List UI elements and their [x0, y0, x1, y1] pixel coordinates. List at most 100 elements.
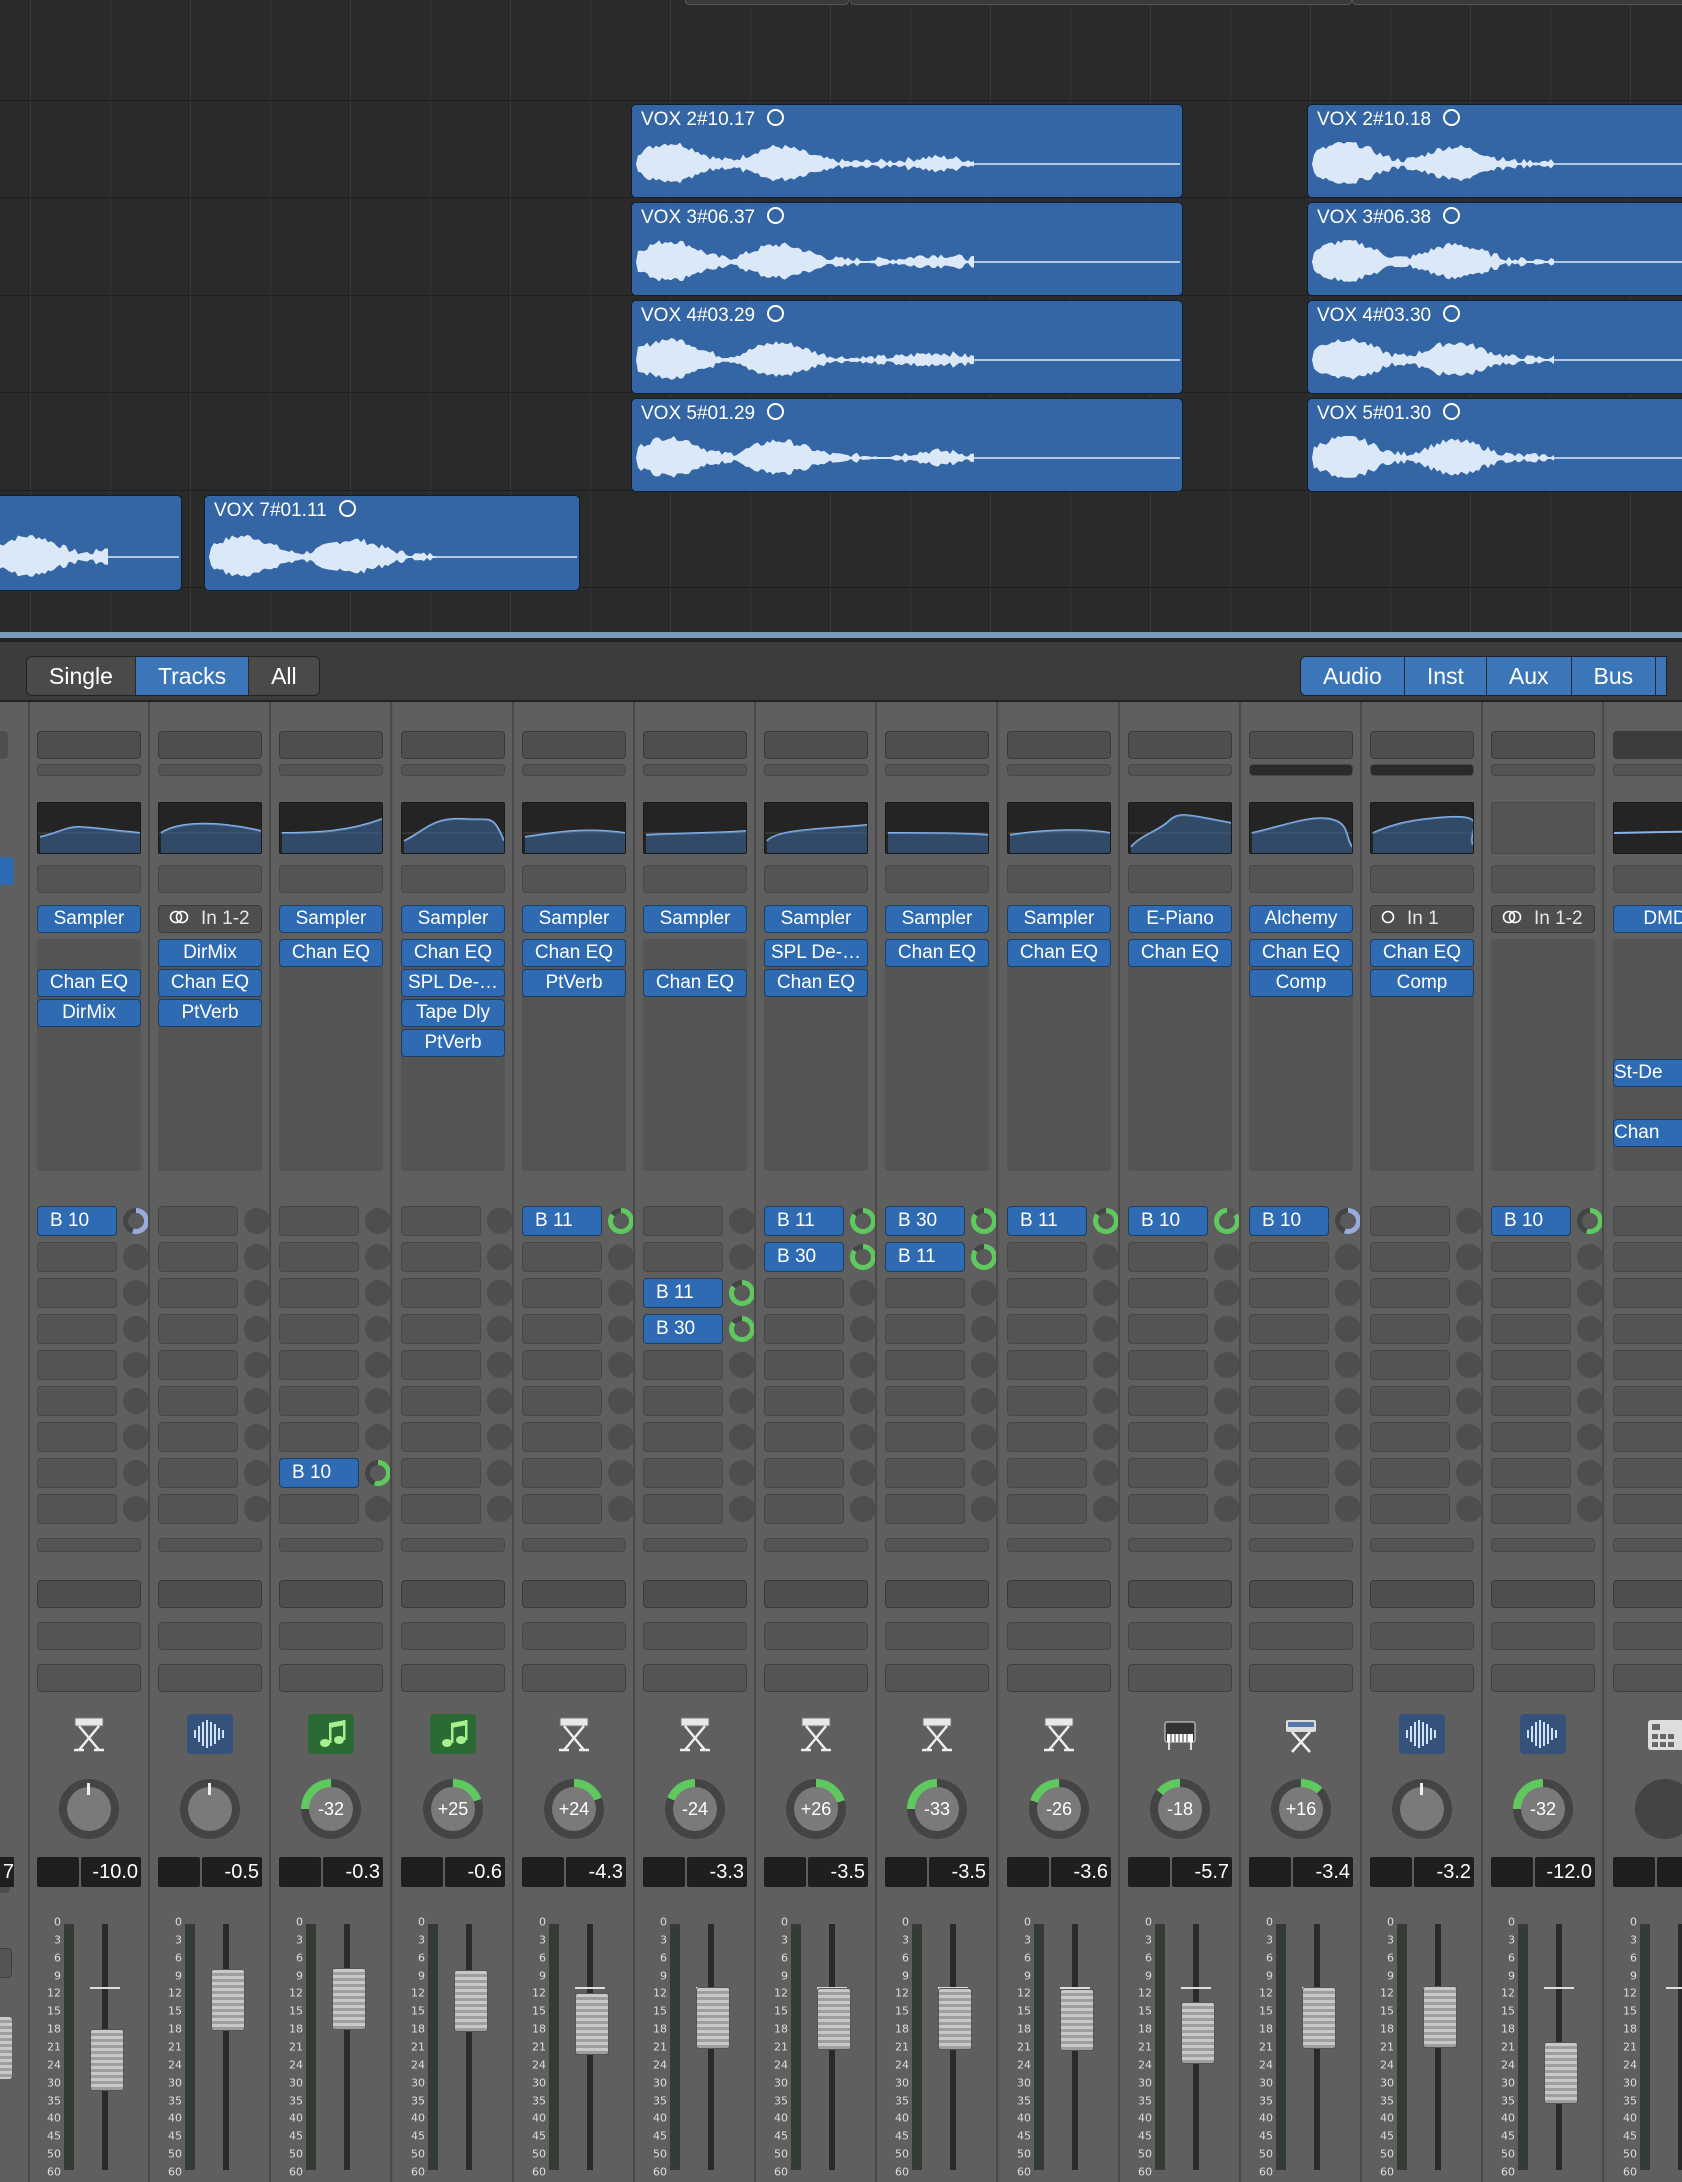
send-button[interactable] — [643, 1458, 723, 1488]
send-slot-empty[interactable] — [1007, 1458, 1118, 1488]
send-slot-empty[interactable] — [279, 1350, 390, 1380]
send-level-knob[interactable] — [1093, 1208, 1118, 1234]
volume-fader[interactable] — [575, 1993, 609, 2055]
volume-readout[interactable]: -3.5 — [929, 1857, 989, 1887]
gain-slot[interactable] — [158, 764, 262, 776]
send-button[interactable] — [1128, 1494, 1208, 1524]
send-level-knob[interactable] — [971, 1424, 996, 1450]
eq-thumbnail[interactable] — [1249, 802, 1353, 854]
output-button[interactable] — [1491, 1580, 1595, 1608]
input-slot[interactable]: Sampler — [401, 905, 505, 933]
send-button[interactable] — [158, 1350, 238, 1380]
input-slot[interactable]: Sampler — [643, 905, 747, 933]
midi-fx-slot[interactable] — [37, 865, 141, 893]
send-slot-empty[interactable] — [1370, 1458, 1481, 1488]
send-slot-empty[interactable] — [1370, 1206, 1481, 1236]
volume-fader[interactable] — [90, 2029, 124, 2091]
send-button[interactable] — [37, 1386, 117, 1416]
send-slot-empty[interactable] — [1370, 1242, 1481, 1272]
send-slot-empty[interactable] — [522, 1350, 633, 1380]
send-slot-extra[interactable] — [158, 1538, 262, 1552]
send-button[interactable] — [401, 1242, 481, 1272]
send-button[interactable] — [1007, 1422, 1087, 1452]
send-slot-extra[interactable] — [1491, 1538, 1595, 1552]
insert-slot[interactable]: Chan EQ — [885, 939, 989, 967]
output-button[interactable] — [1128, 1580, 1232, 1608]
midi-fx-slot[interactable] — [1613, 865, 1682, 893]
send-level-knob[interactable] — [365, 1316, 390, 1342]
send-button[interactable] — [401, 1350, 481, 1380]
send-level-knob[interactable] — [850, 1460, 875, 1486]
send-button[interactable] — [643, 1386, 723, 1416]
send-button[interactable] — [522, 1314, 602, 1344]
send-slot-empty[interactable] — [643, 1494, 754, 1524]
send-level-knob[interactable] — [1577, 1388, 1602, 1414]
output-button[interactable] — [279, 1580, 383, 1608]
send-button[interactable] — [279, 1350, 359, 1380]
audio-region[interactable]: VOX 2#10.17 — [631, 104, 1183, 198]
send-slot-empty[interactable] — [1007, 1386, 1118, 1416]
insert-slot[interactable]: Comp — [1370, 969, 1474, 997]
send-button[interactable] — [279, 1206, 359, 1236]
group-slot[interactable] — [1491, 1622, 1595, 1650]
input-slot[interactable]: DMD — [1613, 905, 1682, 933]
setting-button[interactable] — [401, 731, 505, 759]
send-slot-empty[interactable] — [1007, 1242, 1118, 1272]
automation-mode[interactable] — [885, 1664, 989, 1692]
send-slot-empty[interactable] — [1007, 1314, 1118, 1344]
send-level-knob[interactable] — [487, 1316, 512, 1342]
send-button[interactable] — [1613, 1350, 1682, 1380]
send-slot-empty[interactable] — [401, 1206, 512, 1236]
audio-region[interactable]: VOX 5#01.30 — [1307, 398, 1682, 492]
volume-readout[interactable]: -3.4 — [1293, 1857, 1353, 1887]
send-button[interactable] — [1613, 1206, 1682, 1236]
send-slot-empty[interactable] — [1491, 1314, 1602, 1344]
pan-knob[interactable] — [1635, 1779, 1682, 1839]
automation-mode[interactable] — [279, 1664, 383, 1692]
send-level-knob[interactable] — [850, 1352, 875, 1378]
gain-slot[interactable] — [1370, 764, 1474, 776]
input-slot[interactable]: Sampler — [37, 905, 141, 933]
send-slot-empty[interactable] — [1613, 1350, 1682, 1380]
pan-knob[interactable] — [180, 1779, 240, 1839]
volume-fader[interactable] — [817, 1988, 851, 2050]
send-slot-extra[interactable] — [764, 1538, 868, 1552]
send-button[interactable] — [401, 1494, 481, 1524]
eq-thumbnail[interactable] — [279, 802, 383, 854]
send-button[interactable] — [279, 1386, 359, 1416]
setting-button[interactable] — [522, 731, 626, 759]
setting-button[interactable] — [1613, 731, 1682, 759]
send-level-knob[interactable] — [1214, 1424, 1239, 1450]
automation-mode[interactable] — [1491, 1664, 1595, 1692]
send-level-knob[interactable] — [1214, 1208, 1239, 1234]
send-slot-empty[interactable] — [1370, 1278, 1481, 1308]
send-slot-empty[interactable] — [522, 1458, 633, 1488]
tracks-button[interactable]: Tracks — [135, 657, 250, 695]
send-button[interactable] — [158, 1206, 238, 1236]
volume-readout[interactable]: -3.5 — [808, 1857, 868, 1887]
send-button[interactable] — [158, 1242, 238, 1272]
send-button[interactable] — [522, 1458, 602, 1488]
insert-slot[interactable]: PtVerb — [158, 999, 262, 1027]
send-slot-empty[interactable] — [279, 1314, 390, 1344]
send-slot[interactable]: B 30 — [643, 1314, 754, 1344]
send-level-knob[interactable] — [1093, 1352, 1118, 1378]
send-level-knob[interactable] — [487, 1244, 512, 1270]
send-level-knob[interactable] — [729, 1388, 754, 1414]
send-button[interactable] — [764, 1386, 844, 1416]
automation-mode[interactable] — [764, 1664, 868, 1692]
setting-button[interactable] — [279, 731, 383, 759]
send-slot-empty[interactable] — [522, 1422, 633, 1452]
volume-readout[interactable]: -0.6 — [445, 1857, 505, 1887]
send-level-knob[interactable] — [1214, 1244, 1239, 1270]
insert-slot[interactable]: Chan EQ — [643, 969, 747, 997]
send-level-knob[interactable] — [1456, 1460, 1481, 1486]
send-slot-empty[interactable] — [1370, 1494, 1481, 1524]
audio-region[interactable]: VOX 4#03.30 — [1307, 300, 1682, 394]
send-slot-empty[interactable] — [401, 1458, 512, 1488]
send-level-knob[interactable] — [123, 1352, 148, 1378]
volume-fader[interactable] — [1060, 1989, 1094, 2051]
send-button[interactable] — [279, 1242, 359, 1272]
send-slot-extra[interactable] — [522, 1538, 626, 1552]
insert-slot[interactable]: PtVerb — [401, 1029, 505, 1057]
